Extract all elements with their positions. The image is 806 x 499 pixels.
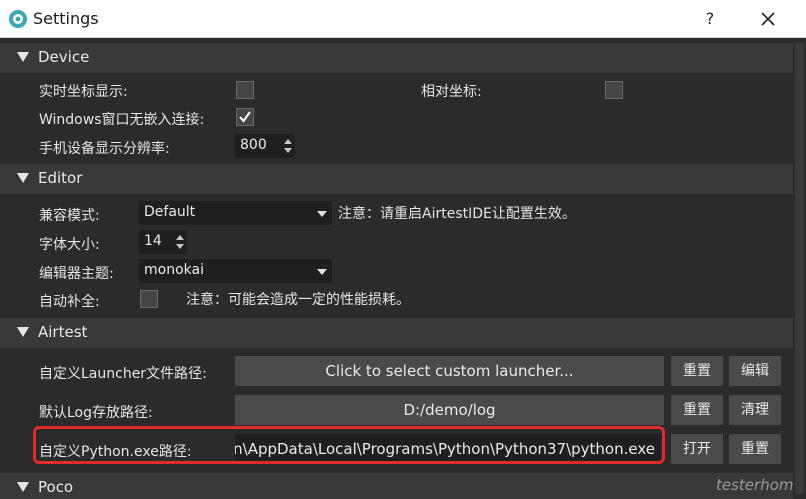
section-title: Device	[38, 48, 90, 66]
chevron-down-icon	[317, 269, 327, 275]
section-poco-header[interactable]: Poco	[0, 473, 793, 499]
collapse-triangle-icon	[17, 173, 29, 183]
watermark: testerhome.com	[716, 476, 793, 494]
font-size-label: 字体大小:	[39, 237, 100, 253]
section-title: Poco	[38, 478, 74, 496]
vertical-scrollbar[interactable]	[793, 38, 806, 499]
resolution-value: 800	[240, 137, 267, 153]
theme-dropdown[interactable]: monokai	[139, 259, 332, 283]
section-device-header[interactable]: Device	[0, 43, 793, 73]
log-path-button[interactable]: D:/demo/log	[235, 395, 664, 425]
launcher-reset-button[interactable]: 重置	[671, 356, 723, 386]
section-title: Airtest	[38, 323, 88, 341]
python-open-button[interactable]: 打开	[671, 434, 723, 464]
python-row-highlight	[33, 426, 665, 464]
log-reset-button[interactable]: 重置	[671, 395, 723, 425]
launcher-edit-button[interactable]: 编辑	[729, 356, 781, 386]
settings-app-icon	[8, 9, 28, 29]
autocomplete-checkbox[interactable]	[140, 290, 158, 308]
compat-mode-dropdown[interactable]: Default	[139, 201, 332, 225]
title-bar: Settings ?	[0, 0, 806, 38]
scrollbar-thumb[interactable]	[795, 42, 804, 494]
collapse-triangle-icon	[17, 52, 29, 62]
section-title: Editor	[38, 169, 83, 187]
spin-arrows-icon[interactable]	[281, 134, 295, 158]
relative-coord-checkbox[interactable]	[605, 81, 623, 99]
help-button[interactable]: ?	[690, 6, 730, 32]
spin-arrows-icon[interactable]	[173, 230, 187, 254]
theme-value: monokai	[144, 262, 204, 278]
select-launcher-button[interactable]: Click to select custom launcher...	[235, 356, 664, 386]
log-path-label: 默认Log存放路径:	[39, 405, 153, 421]
windows-embed-label: Windows窗口无嵌入连接:	[39, 112, 205, 128]
relative-coord-label: 相对坐标:	[421, 84, 482, 100]
settings-content: Device 实时坐标显示: 相对坐标: Windows窗口无嵌入连接: 手机设…	[0, 38, 793, 499]
settings-window: Settings ? Device 实时坐标显示: 相对坐标: Windows窗…	[0, 0, 806, 499]
theme-label: 编辑器主题:	[39, 266, 114, 282]
font-size-value: 14	[144, 233, 162, 249]
resolution-spinbox[interactable]: 800	[235, 134, 295, 158]
checkmark-icon	[239, 111, 251, 123]
section-editor-header[interactable]: Editor	[0, 164, 793, 194]
compat-note: 注意：请重启AirtestIDE让配置生效。	[338, 206, 576, 222]
close-icon	[761, 12, 775, 26]
font-size-spinbox[interactable]: 14	[139, 230, 187, 254]
close-button[interactable]	[748, 6, 788, 32]
window-title: Settings	[33, 9, 99, 28]
collapse-triangle-icon	[17, 327, 29, 337]
log-clear-button[interactable]: 清理	[729, 395, 781, 425]
compat-mode-value: Default	[144, 204, 196, 220]
realtime-coord-checkbox[interactable]	[236, 81, 254, 99]
windows-embed-checkbox[interactable]	[236, 108, 254, 126]
autocomplete-note: 注意：可能会造成一定的性能损耗。	[186, 292, 410, 308]
collapse-triangle-icon	[17, 482, 29, 492]
chevron-down-icon	[317, 211, 327, 217]
resolution-label: 手机设备显示分辨率:	[39, 141, 170, 157]
realtime-coord-label: 实时坐标显示:	[39, 84, 128, 100]
section-airtest-header[interactable]: Airtest	[0, 318, 793, 348]
launcher-path-label: 自定义Launcher文件路径:	[39, 366, 207, 382]
autocomplete-label: 自动补全:	[39, 294, 100, 310]
python-reset-button[interactable]: 重置	[729, 434, 781, 464]
compat-mode-label: 兼容模式:	[39, 208, 100, 224]
